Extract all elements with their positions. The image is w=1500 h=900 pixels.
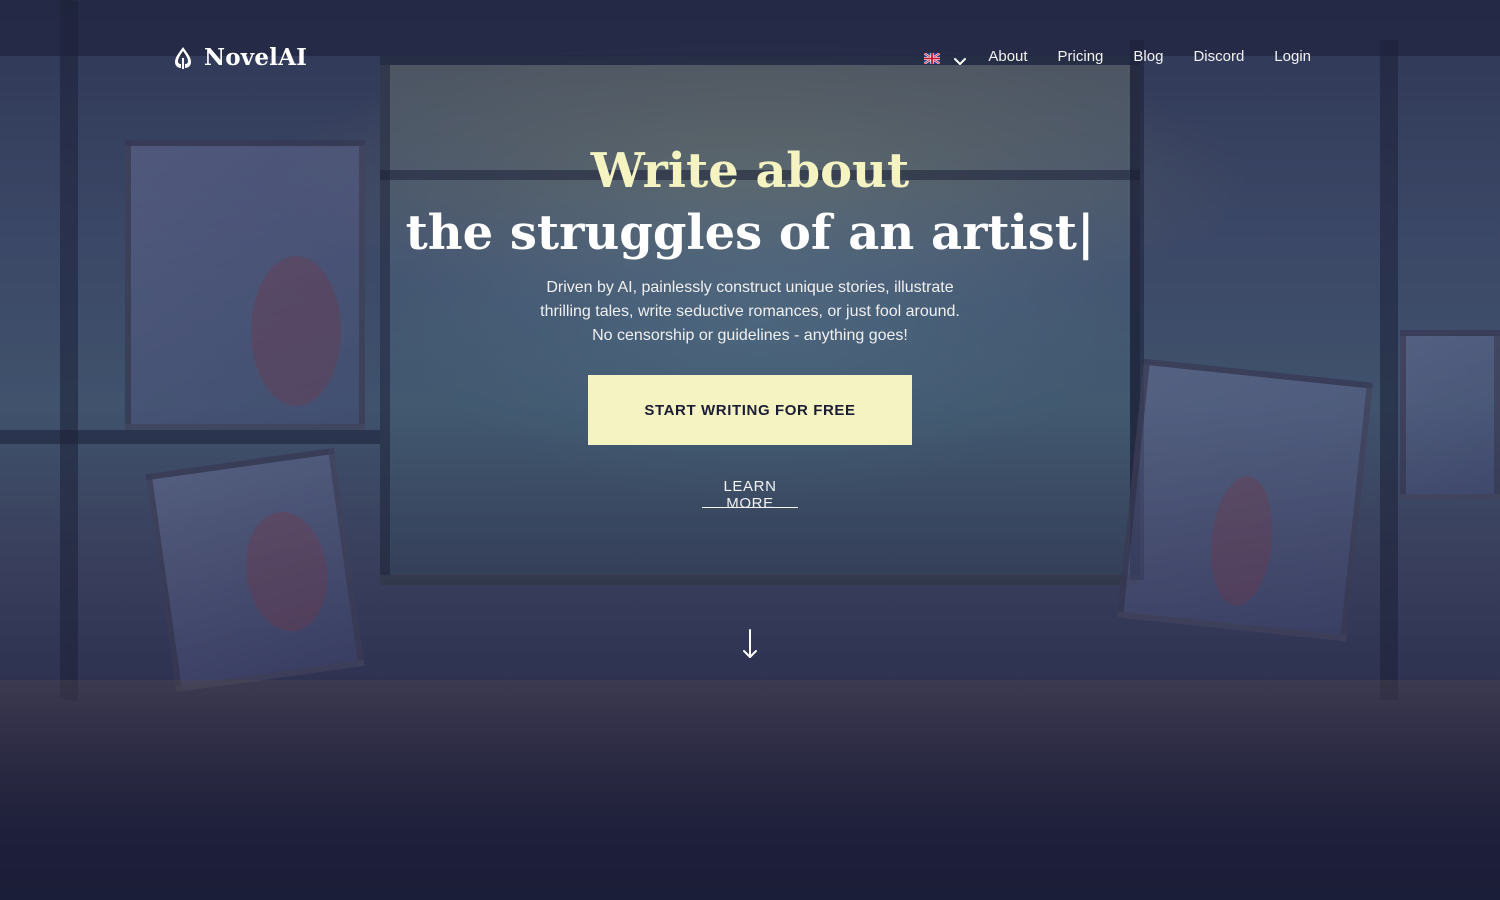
nav-link-discord[interactable]: Discord [1193, 48, 1244, 65]
hero-subtitle-line: thrilling tales, write seductive romance… [540, 303, 960, 320]
background-overlay [0, 0, 1500, 900]
hero-headline-typed: the struggles of an artist| [405, 205, 1095, 261]
arrow-down-icon[interactable] [736, 626, 764, 662]
brand-logo[interactable]: NovelAI [172, 44, 307, 71]
nav-link-login[interactable]: Login [1274, 48, 1311, 65]
chevron-down-icon [954, 53, 967, 65]
learn-more-underline [702, 507, 798, 508]
nav-link-pricing[interactable]: Pricing [1058, 48, 1104, 65]
quill-pen-icon [172, 46, 194, 70]
nav-link-about[interactable]: About [988, 48, 1027, 65]
start-writing-button[interactable]: START WRITING FOR FREE [588, 375, 912, 445]
learn-more-link[interactable]: LEARN MORE [700, 478, 800, 512]
hero-headline-accent: Write about [590, 143, 910, 199]
hero-section: Write about the struggles of an artist| … [0, 140, 1500, 348]
hero-subtitle: Driven by AI, painlessly construct uniqu… [490, 276, 1010, 348]
brand-name: NovelAI [204, 44, 308, 71]
landing-page: NovelAI About Pricing Blog Discord Login… [0, 0, 1500, 900]
uk-flag-icon [923, 51, 941, 65]
site-header: NovelAI About Pricing Blog Discord Login [0, 0, 1500, 120]
main-nav: About Pricing Blog Discord Login [923, 48, 1311, 65]
nav-link-blog[interactable]: Blog [1133, 48, 1163, 65]
hero-subtitle-line: Driven by AI, painlessly construct uniqu… [546, 279, 954, 296]
hero-subtitle-line: No censorship or guidelines - anything g… [592, 327, 908, 344]
language-selector[interactable] [923, 51, 967, 65]
